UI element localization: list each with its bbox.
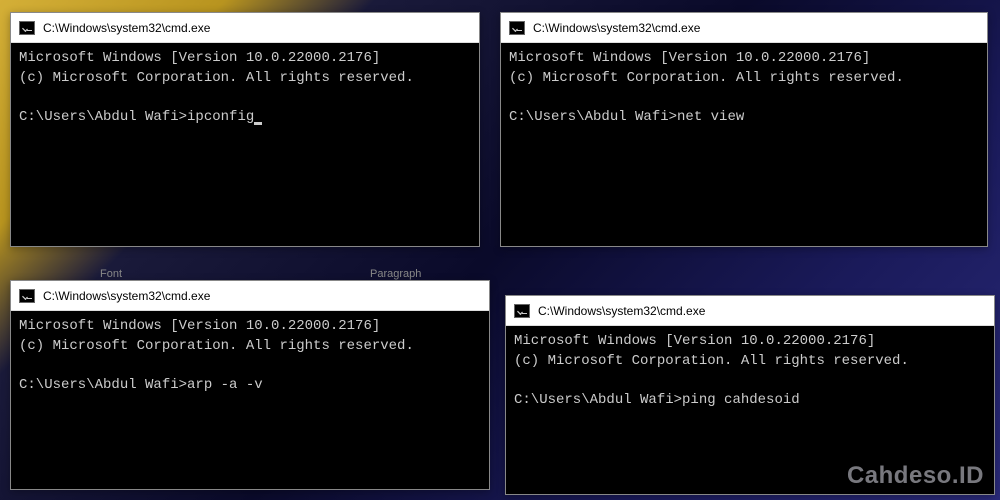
- copyright-line: (c) Microsoft Corporation. All rights re…: [19, 70, 414, 86]
- copyright-line: (c) Microsoft Corporation. All rights re…: [514, 353, 909, 369]
- command-text: ipconfig: [187, 109, 254, 125]
- copyright-line: (c) Microsoft Corporation. All rights re…: [509, 70, 904, 86]
- window-title: C:\Windows\system32\cmd.exe: [43, 289, 210, 303]
- cmd-icon: [514, 304, 530, 318]
- terminal-body[interactable]: Microsoft Windows [Version 10.0.22000.21…: [501, 43, 987, 246]
- prompt: C:\Users\Abdul Wafi>: [19, 377, 187, 393]
- prompt: C:\Users\Abdul Wafi>: [509, 109, 677, 125]
- prompt: C:\Users\Abdul Wafi>: [514, 392, 682, 408]
- window-title: C:\Windows\system32\cmd.exe: [43, 21, 210, 35]
- window-title: C:\Windows\system32\cmd.exe: [538, 304, 705, 318]
- cursor: [254, 122, 262, 125]
- window-title: C:\Windows\system32\cmd.exe: [533, 21, 700, 35]
- version-line: Microsoft Windows [Version 10.0.22000.21…: [514, 333, 875, 349]
- cmd-window-ipconfig[interactable]: C:\Windows\system32\cmd.exe Microsoft Wi…: [10, 12, 480, 247]
- version-line: Microsoft Windows [Version 10.0.22000.21…: [19, 50, 380, 66]
- cmd-window-netview[interactable]: C:\Windows\system32\cmd.exe Microsoft Wi…: [500, 12, 988, 247]
- command-text: net view: [677, 109, 744, 125]
- titlebar[interactable]: C:\Windows\system32\cmd.exe: [11, 13, 479, 43]
- titlebar[interactable]: C:\Windows\system32\cmd.exe: [11, 281, 489, 311]
- terminal-body[interactable]: Microsoft Windows [Version 10.0.22000.21…: [11, 43, 479, 246]
- background-text-paragraph: Paragraph: [370, 268, 421, 280]
- cmd-icon: [19, 289, 35, 303]
- cmd-icon: [509, 21, 525, 35]
- watermark-text: Cahdeso.ID: [847, 462, 984, 490]
- command-text: ping cahdesoid: [682, 392, 800, 408]
- command-text: arp -a -v: [187, 377, 263, 393]
- cmd-window-arp[interactable]: C:\Windows\system32\cmd.exe Microsoft Wi…: [10, 280, 490, 490]
- background-text-font: Font: [100, 268, 122, 280]
- prompt: C:\Users\Abdul Wafi>: [19, 109, 187, 125]
- copyright-line: (c) Microsoft Corporation. All rights re…: [19, 338, 414, 354]
- cmd-icon: [19, 21, 35, 35]
- titlebar[interactable]: C:\Windows\system32\cmd.exe: [501, 13, 987, 43]
- terminal-body[interactable]: Microsoft Windows [Version 10.0.22000.21…: [11, 311, 489, 489]
- version-line: Microsoft Windows [Version 10.0.22000.21…: [19, 318, 380, 334]
- titlebar[interactable]: C:\Windows\system32\cmd.exe: [506, 296, 994, 326]
- version-line: Microsoft Windows [Version 10.0.22000.21…: [509, 50, 870, 66]
